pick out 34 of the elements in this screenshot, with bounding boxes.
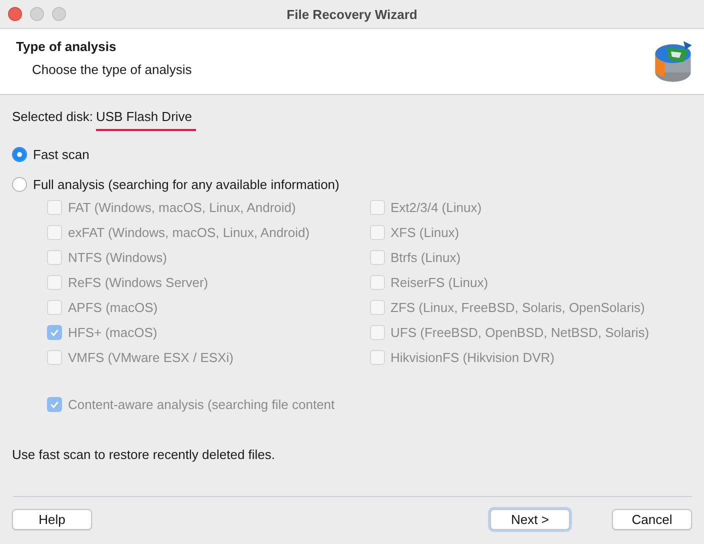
cancel-button[interactable]: Cancel: [612, 509, 692, 530]
checkbox-label: UFS (FreeBSD, OpenBSD, NetBSD, Solaris): [390, 325, 650, 340]
checkbox-label: ZFS (Linux, FreeBSD, Solaris, OpenSolaris): [390, 300, 645, 315]
checkbox-label: HikvisionFS (Hikvision DVR): [390, 350, 554, 365]
checkbox-label: VMFS (VMware ESX / ESXi): [68, 350, 234, 365]
checkbox-label: APFS (macOS): [68, 300, 158, 315]
disk-label: Selected disk:: [12, 109, 93, 126]
close-button[interactable]: [8, 7, 22, 21]
checkbox-label: Ext2/3/4 (Linux): [390, 200, 482, 215]
disk-name: USB Flash Drive: [96, 109, 196, 131]
checkbox-label: XFS (Linux): [390, 225, 460, 240]
checkbox-label: HFS+ (macOS): [68, 325, 158, 340]
step-subtitle: Choose the type of analysis: [31, 62, 192, 77]
checkbox-label: ReiserFS (Linux): [390, 275, 488, 290]
checkmark-icon: [49, 327, 60, 338]
checkbox-label: NTFS (Windows): [68, 250, 167, 265]
checkbox-label: Content-aware analysis (searching file content: [68, 397, 335, 412]
window-title: File Recovery Wizard: [286, 6, 418, 22]
minimize-button[interactable]: [30, 7, 44, 21]
hint-text: Use fast scan to restore recently deleted files.: [12, 447, 276, 462]
checkmark-icon: [49, 399, 60, 410]
radio-button[interactable]: [12, 176, 27, 192]
checkbox-label: Btrfs (Linux): [390, 250, 461, 265]
radio-button[interactable]: [12, 146, 27, 162]
radio-label: Full analysis (searching for any available information): [33, 176, 340, 192]
step-title: Type of analysis: [16, 39, 118, 54]
help-button[interactable]: Help: [12, 509, 92, 530]
next-button[interactable]: Next >: [490, 509, 570, 530]
checkbox-label: FAT (Windows, macOS, Linux, Android): [68, 200, 296, 215]
checkbox-label: exFAT (Windows, macOS, Linux, Android): [68, 225, 310, 240]
checkbox-label: ReFS (Windows Server): [68, 275, 208, 290]
radio-label: Fast scan: [33, 146, 90, 162]
disk-recovery-icon: [652, 39, 694, 85]
zoom-button[interactable]: [52, 7, 66, 21]
